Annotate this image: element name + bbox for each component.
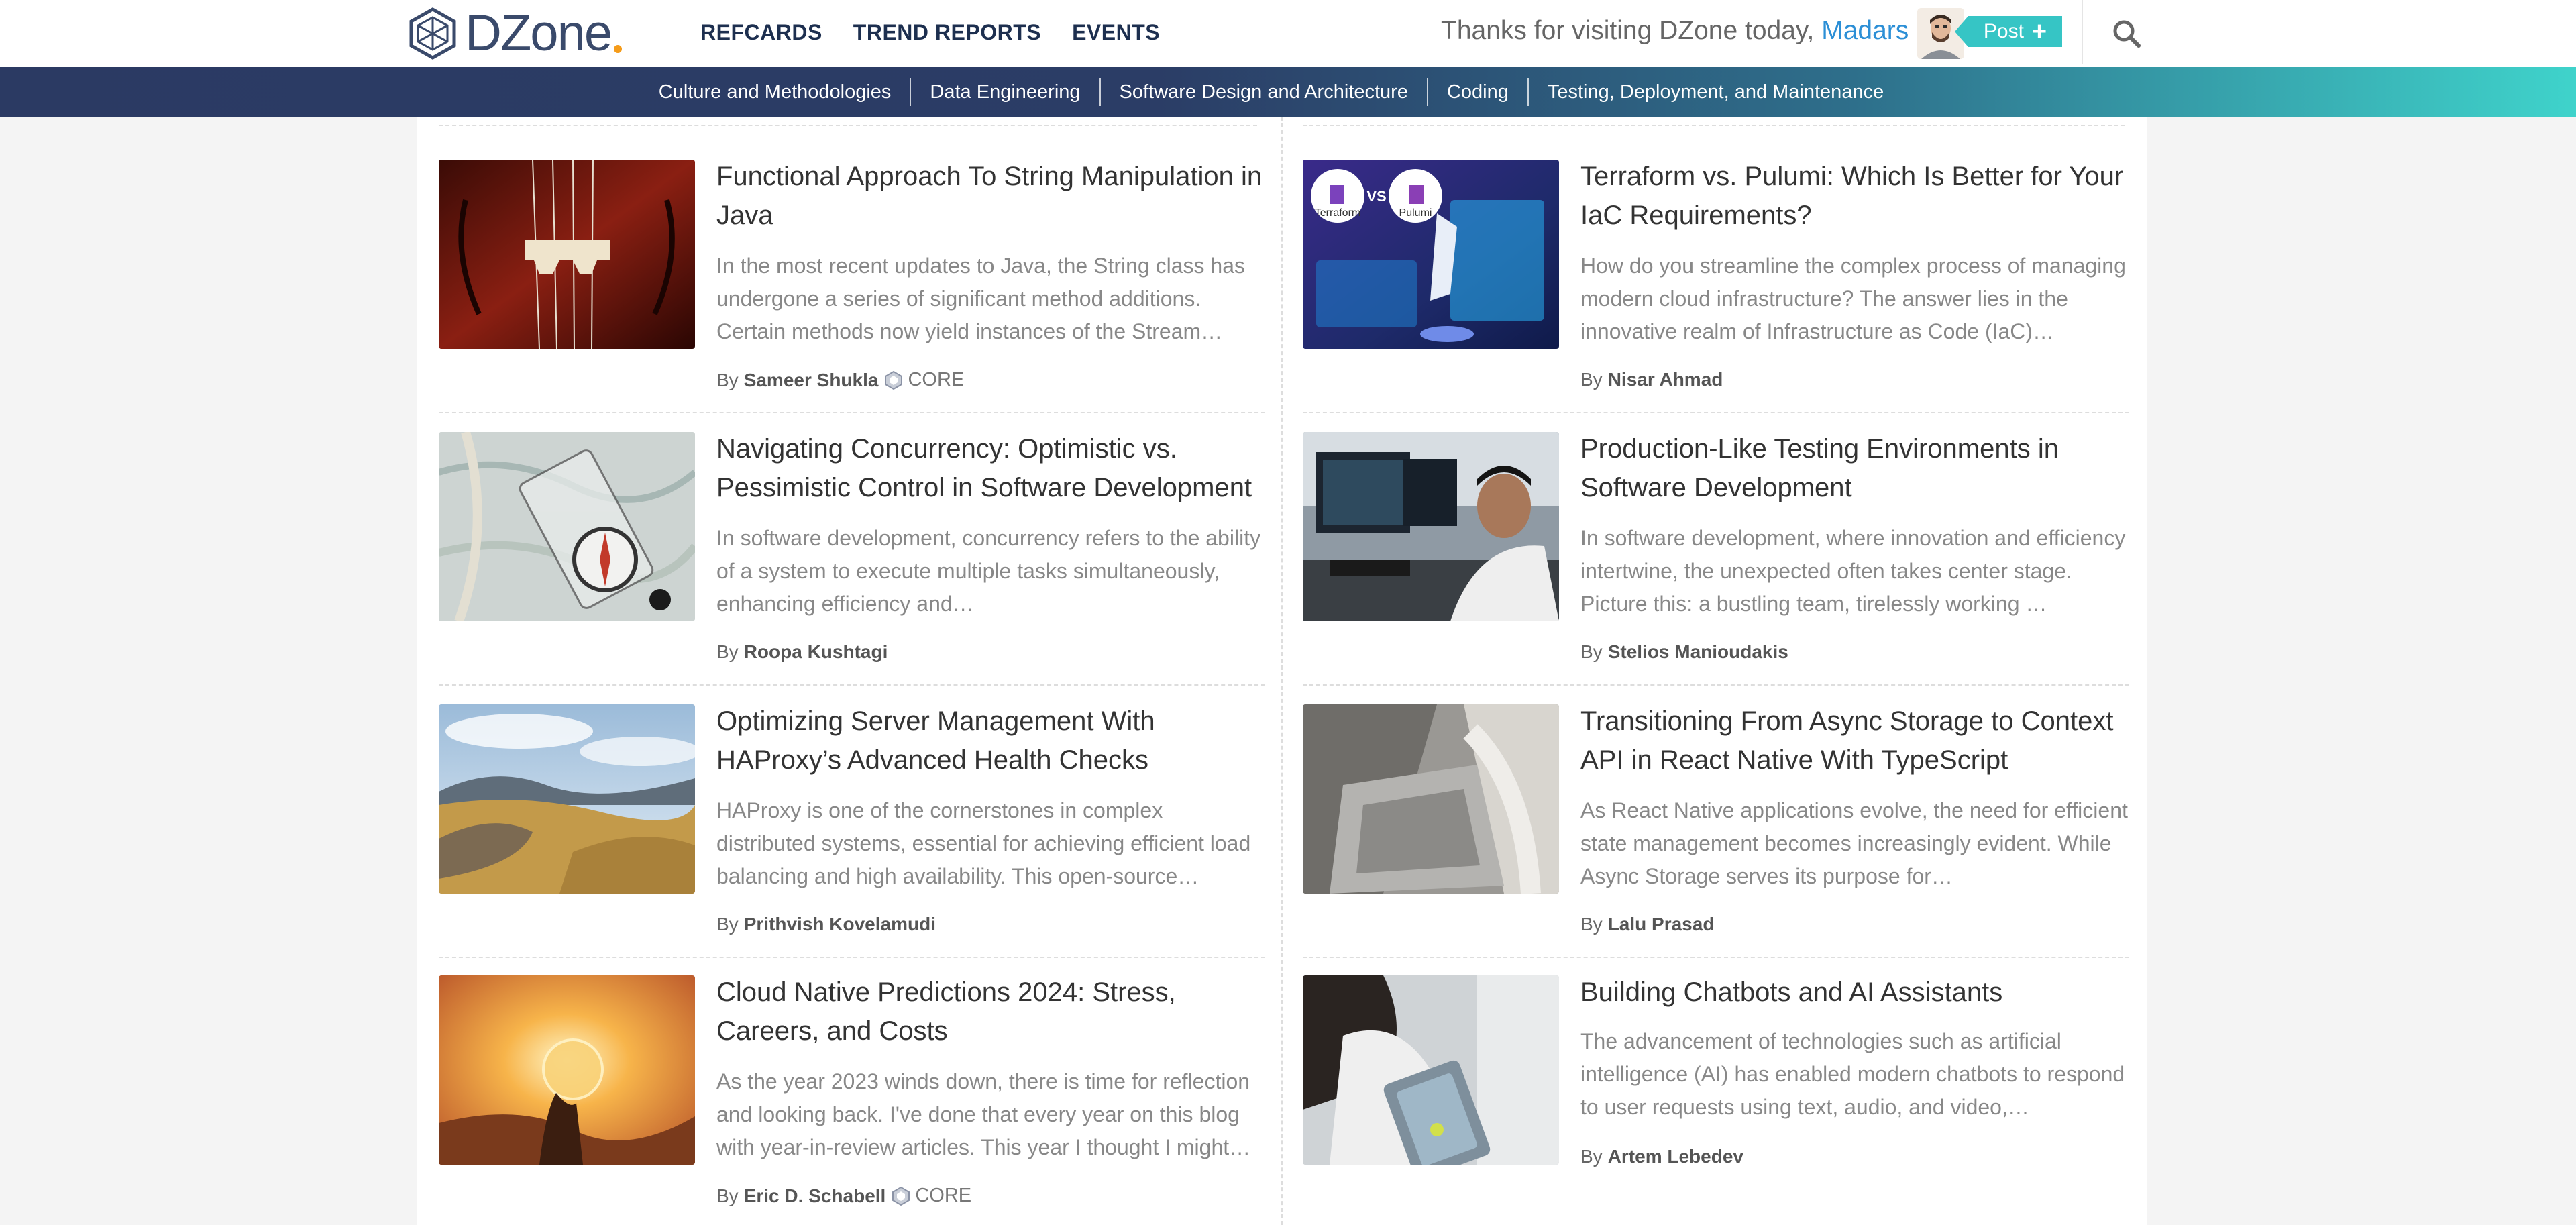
article-title[interactable]: Cloud Native Predictions 2024: Stress, C…	[716, 973, 1264, 1051]
plus-icon: +	[2031, 17, 2047, 46]
nav-trend-reports[interactable]: TREND REPORTS	[853, 20, 1041, 45]
developer-at-desk-image	[1303, 432, 1559, 621]
article-card: Building Chatbots and AI Assistants The …	[1303, 933, 2129, 1205]
category-bar: Culture and Methodologies Data Engineeri…	[0, 67, 2576, 117]
article-title[interactable]: Terraform vs. Pulumi: Which Is Better fo…	[1580, 157, 2128, 235]
core-badge-icon	[892, 1186, 910, 1206]
byline-prefix: By	[716, 369, 739, 390]
category-culture-methodologies[interactable]: Culture and Methodologies	[640, 81, 910, 103]
search-button[interactable]	[2110, 17, 2143, 50]
article-title[interactable]: Optimizing Server Management With HAProx…	[716, 702, 1264, 780]
thumb-label-vs: VS	[1366, 188, 1386, 205]
article-byline: By Roopa Kushtagi	[716, 641, 888, 663]
article-title[interactable]: Building Chatbots and AI Assistants	[1580, 973, 2128, 1012]
article-card: Transitioning From Async Storage to Cont…	[1303, 661, 2129, 958]
laptop-image	[1303, 704, 1559, 894]
article-card: Functional Approach To String Manipulati…	[439, 117, 1265, 413]
article-thumbnail-developer[interactable]	[1303, 432, 1559, 621]
article-title[interactable]: Production-Like Testing Environments in …	[1580, 429, 2128, 507]
article-card: Optimizing Server Management With HAProx…	[439, 661, 1265, 958]
core-badge-label: CORE	[908, 369, 965, 390]
article-byline: By Sameer Shukla CORE	[716, 369, 964, 391]
author-link[interactable]: Eric D. Schabell	[744, 1185, 886, 1207]
article-byline: By Eric D. Schabell CORE	[716, 1185, 971, 1207]
thumb-label-terraform: Terraform	[1315, 207, 1360, 219]
thumb-label-pulumi: Pulumi	[1399, 207, 1432, 219]
article-byline: By Artem Lebedev	[1580, 1146, 1743, 1167]
article-description: The advancement of technologies such as …	[1580, 1029, 2125, 1119]
article-description: As the year 2023 winds down, there is ti…	[716, 1069, 1251, 1159]
core-badge-label: CORE	[915, 1185, 972, 1206]
person-with-tablet-image	[1303, 975, 1559, 1165]
article-description: In the most recent updates to Java, the …	[716, 254, 1245, 343]
sunset-crystal-ball-image	[439, 975, 695, 1165]
dzone-logo-icon	[409, 7, 456, 60]
core-badge-icon	[885, 370, 903, 390]
article-thumbnail-landscape[interactable]	[439, 704, 695, 894]
article-description: How do you streamline the complex proces…	[1580, 254, 2126, 343]
category-coding[interactable]: Coding	[1428, 81, 1527, 103]
logo-wordmark: DZone	[465, 5, 612, 62]
post-button[interactable]: Post +	[1955, 16, 2062, 47]
article-description: As React Native applications evolve, the…	[1580, 798, 2128, 888]
core-badge: CORE	[891, 1185, 971, 1207]
nav-events[interactable]: EVENTS	[1072, 20, 1160, 45]
post-label: Post	[1983, 20, 2024, 42]
article-description: HAProxy is one of the cornerstones in co…	[716, 798, 1251, 888]
article-description: In software development, where innovatio…	[1580, 526, 2126, 616]
dzone-logo[interactable]: DZone	[406, 4, 623, 63]
greeting-text: Thanks for visiting DZone today,	[1441, 16, 1815, 45]
greeting: Thanks for visiting DZone today, Madars	[1441, 16, 1909, 46]
terraform-pulumi-image: Terraform VS Pulumi	[1303, 160, 1559, 349]
article-byline: By Stelios Manioudakis	[1580, 641, 1788, 663]
article-card: Cloud Native Predictions 2024: Stress, C…	[439, 933, 1265, 1207]
author-link[interactable]: Stelios Manioudakis	[1608, 641, 1788, 663]
compass-map-image	[439, 432, 695, 621]
article-thumbnail-compass[interactable]	[439, 432, 695, 621]
core-badge: CORE	[883, 369, 964, 391]
article-card: Terraform VS Pulumi Terraform vs. Pulumi…	[1303, 117, 2129, 413]
byline-prefix: By	[716, 1185, 739, 1206]
article-title[interactable]: Functional Approach To String Manipulati…	[716, 157, 1264, 235]
category-software-design[interactable]: Software Design and Architecture	[1101, 81, 1427, 103]
nav-refcards[interactable]: REFCARDS	[700, 20, 822, 45]
violin-image	[439, 160, 695, 349]
article-title[interactable]: Navigating Concurrency: Optimistic vs. P…	[716, 429, 1264, 507]
main-nav: REFCARDS TREND REPORTS EVENTS	[700, 20, 1160, 45]
header-divider	[2082, 0, 2083, 64]
article-thumbnail-terraform-pulumi[interactable]: Terraform VS Pulumi	[1303, 160, 1559, 349]
byline-prefix: By	[1580, 369, 1603, 390]
article-description: In software development, concurrency ref…	[716, 526, 1261, 616]
author-link[interactable]: Nisar Ahmad	[1608, 369, 1723, 390]
logo-dot	[614, 45, 623, 53]
article-grid: Functional Approach To String Manipulati…	[417, 117, 2147, 1225]
article-card: Navigating Concurrency: Optimistic vs. P…	[439, 389, 1265, 686]
byline-prefix: By	[1580, 1146, 1603, 1167]
byline-prefix: By	[1580, 641, 1603, 662]
category-data-engineering[interactable]: Data Engineering	[911, 81, 1099, 103]
username-link[interactable]: Madars	[1821, 16, 1909, 45]
article-card: Production-Like Testing Environments in …	[1303, 389, 2129, 686]
landscape-image	[439, 704, 695, 894]
article-thumbnail-chatbot[interactable]	[1303, 975, 1559, 1165]
author-link[interactable]: Sameer Shukla	[744, 370, 879, 391]
column-divider	[1281, 117, 1283, 1225]
author-link[interactable]: Roopa Kushtagi	[744, 641, 888, 663]
article-thumbnail-sunset-globe[interactable]	[439, 975, 695, 1165]
byline-prefix: By	[716, 641, 739, 662]
top-header: DZone REFCARDS TREND REPORTS EVENTS Than…	[0, 0, 2576, 67]
article-thumbnail-violin[interactable]	[439, 160, 695, 349]
category-testing-deployment[interactable]: Testing, Deployment, and Maintenance	[1529, 81, 1902, 103]
article-title[interactable]: Transitioning From Async Storage to Cont…	[1580, 702, 2128, 780]
author-link[interactable]: Artem Lebedev	[1608, 1146, 1743, 1167]
article-thumbnail-laptop[interactable]	[1303, 704, 1559, 894]
article-byline: By Nisar Ahmad	[1580, 369, 1723, 390]
search-icon	[2113, 20, 2141, 48]
